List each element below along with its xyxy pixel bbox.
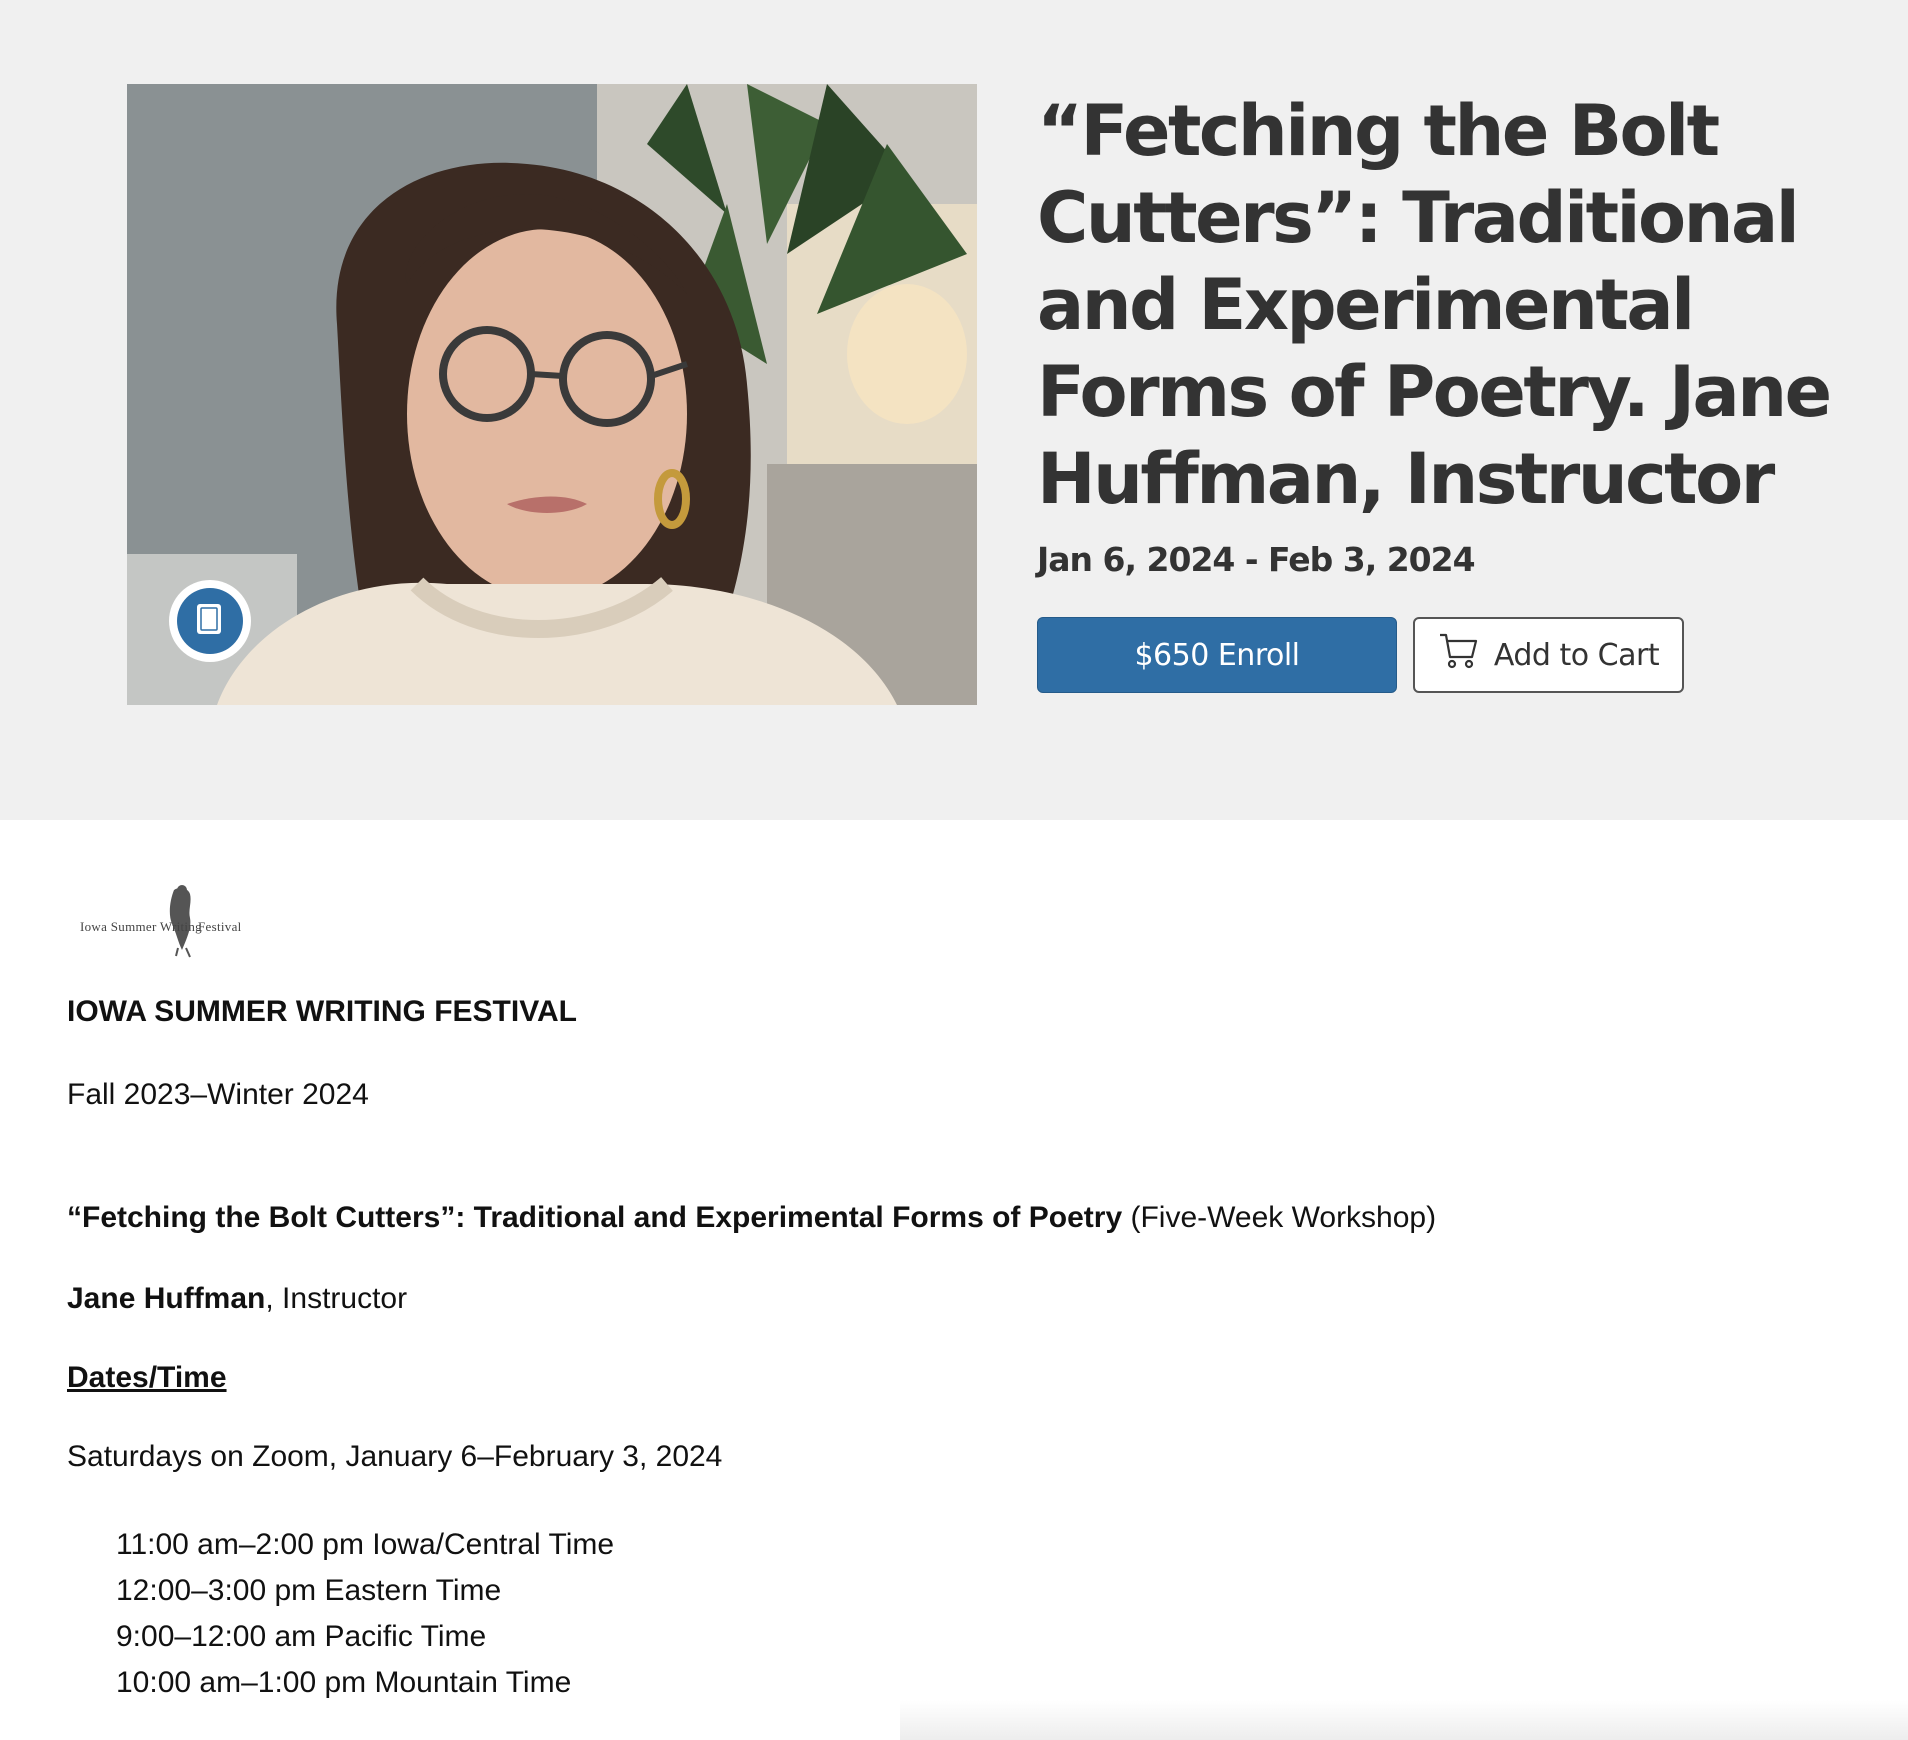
time-mountain: 10:00 am–1:00 pm Mountain Time [116,1666,572,1699]
add-to-cart-label: Add to Cart [1493,637,1660,673]
festival-logo: Iowa Summer Writing Festival [78,884,254,958]
time-central: 11:00 am–2:00 pm Iowa/Central Time [116,1528,615,1561]
instructor-photo [127,84,977,705]
course-name: “Fetching the Bolt Cutters”: Traditional… [67,1201,1123,1234]
schedule-text: Saturdays on Zoom, January 6–February 3,… [67,1440,723,1473]
logo-text-right: Festival [198,919,242,934]
dates-time-heading: Dates/Time [67,1361,227,1394]
scroll-shadow [900,1700,1908,1740]
course-format: (Five-Week Workshop) [1122,1201,1437,1234]
enroll-button-label: $650 Enroll [1134,637,1300,673]
time-zone-list: 11:00 am–2:00 pm Iowa/Central Time 12:00… [116,1522,614,1706]
organization-heading: IOWA SUMMER WRITING FESTIVAL [67,995,577,1028]
course-title: “Fetching the Bolt Cutters”: Traditional… [1037,90,1832,520]
course-type-badge [169,580,251,662]
time-pacific: 9:00–12:00 am Pacific Time [116,1620,487,1653]
instructor-role: , Instructor [265,1282,408,1315]
course-description-title: “Fetching the Bolt Cutters”: Traditional… [67,1201,1436,1235]
instructor-line: Jane Huffman, Instructor [67,1282,407,1316]
logo-text-left: Iowa Summer Writing [80,919,202,934]
term-label: Fall 2023–Winter 2024 [67,1078,369,1111]
cart-icon [1438,631,1480,679]
course-hero: “Fetching the Bolt Cutters”: Traditional… [0,0,1908,820]
time-eastern: 12:00–3:00 pm Eastern Time [116,1574,502,1607]
instructor-name: Jane Huffman [67,1282,266,1315]
add-to-cart-button[interactable]: Add to Cart [1413,617,1684,693]
enroll-button[interactable]: $650 Enroll [1037,617,1397,693]
book-icon [195,602,225,641]
course-dates: Jan 6, 2024 - Feb 3, 2024 [1037,540,1476,579]
